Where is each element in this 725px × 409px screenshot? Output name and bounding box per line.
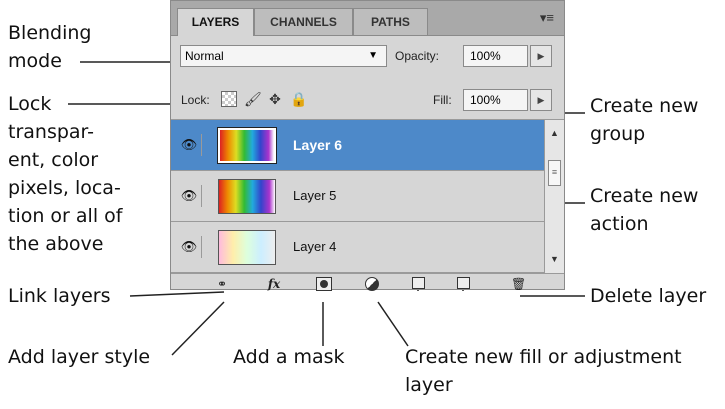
opacity-label: Opacity: — [395, 49, 440, 63]
callout-lock-line5: tion or all of — [8, 205, 123, 227]
opacity-slider-arrow-icon[interactable]: ▶ — [530, 45, 552, 67]
trash-icon[interactable]: 🗑 — [511, 277, 526, 291]
layer-thumbnail — [218, 179, 276, 214]
new-layer-icon[interactable] — [457, 277, 470, 289]
fill-field[interactable]: 100% — [463, 89, 528, 111]
lock-label: Lock: — [181, 93, 210, 107]
fill-label: Fill: — [433, 93, 452, 107]
leader-fill — [377, 301, 409, 347]
lock-fill-row: Lock: 🖌 ✥ 🔒 Fill: 100% ▶ — [171, 79, 564, 120]
layer-thumbnail — [217, 127, 277, 164]
fx-icon[interactable]: fx — [263, 277, 285, 291]
layers-list: 👁 Layer 6 👁 Layer 5 👁 Layer 4 — [171, 120, 544, 273]
callout-lock-line3: ent, color — [8, 149, 99, 171]
layer-row[interactable]: 👁 Layer 6 — [171, 120, 544, 171]
layers-panel: LAYERS CHANNELS PATHS ▾≡ Normal ▼ Opacit… — [170, 0, 565, 291]
blend-opacity-row: Normal ▼ Opacity: 100% ▶ — [171, 35, 564, 79]
eye-icon[interactable]: 👁 — [177, 185, 202, 207]
panel-menu-icon[interactable]: ▾≡ — [540, 10, 554, 26]
layer-thumbnail — [218, 230, 276, 265]
callout-lock-line6: the above — [8, 233, 104, 255]
blend-mode-value: Normal — [185, 49, 224, 63]
layer-name: Layer 5 — [293, 188, 337, 203]
fill-slider-arrow-icon[interactable]: ▶ — [530, 89, 552, 111]
mask-icon[interactable] — [316, 277, 332, 291]
opacity-field[interactable]: 100% — [463, 45, 528, 67]
panel-bottom-toolbar: ⚭ fx 🗑 — [171, 273, 564, 291]
callout-new-fill-line1: Create new fill or adjustment — [405, 346, 682, 368]
folder-icon[interactable] — [412, 277, 425, 289]
callout-delete-layer: Delete layer — [590, 285, 707, 307]
layer-name: Layer 6 — [293, 137, 343, 153]
tab-layers[interactable]: LAYERS — [177, 8, 254, 36]
callout-add-mask: Add a mask — [233, 346, 345, 368]
blend-mode-select[interactable]: Normal ▼ — [180, 45, 387, 67]
lock-transparency-icon[interactable] — [221, 91, 237, 107]
callout-link-layers: Link layers — [8, 285, 111, 307]
callout-new-group-line2: group — [590, 123, 646, 145]
callout-new-action-line2: action — [590, 213, 649, 235]
tab-paths[interactable]: PATHS — [353, 8, 428, 35]
callout-lock-line1: Lock — [8, 93, 52, 115]
callout-lock-line2: transpar- — [8, 121, 95, 143]
lock-position-move-icon[interactable]: ✥ — [267, 91, 283, 107]
chevron-down-icon: ▼ — [368, 50, 378, 61]
layers-scrollbar[interactable]: ▲ ≡ ▼ — [544, 120, 564, 273]
callout-blending-mode-line1: Blending — [8, 22, 92, 44]
leader-layer-style — [171, 301, 225, 356]
adjustment-icon[interactable] — [365, 277, 379, 291]
lock-pixels-brush-icon[interactable]: 🖌 — [244, 91, 262, 107]
scroll-up-icon[interactable]: ▲ — [545, 128, 564, 138]
scroll-thumb[interactable]: ≡ — [548, 160, 561, 186]
eye-icon[interactable]: 👁 — [177, 134, 202, 156]
link-icon[interactable]: ⚭ — [209, 277, 235, 291]
layer-name: Layer 4 — [293, 239, 337, 254]
leader-link-layers — [129, 291, 225, 297]
callout-blending-mode-line2: mode — [8, 50, 62, 72]
callout-add-layer-style: Add layer style — [8, 346, 151, 368]
panel-tab-bar: LAYERS CHANNELS PATHS ▾≡ — [171, 1, 564, 36]
callout-lock-line4: pixels, loca- — [8, 177, 121, 199]
callout-new-action-line1: Create new — [590, 185, 699, 207]
eye-icon[interactable]: 👁 — [177, 236, 202, 258]
scroll-down-icon[interactable]: ▼ — [545, 254, 564, 264]
tab-channels[interactable]: CHANNELS — [254, 8, 353, 35]
callout-new-group-line1: Create new — [590, 95, 699, 117]
layer-row[interactable]: 👁 Layer 5 — [171, 171, 544, 222]
lock-all-icon[interactable]: 🔒 — [290, 91, 307, 107]
layer-row[interactable]: 👁 Layer 4 — [171, 222, 544, 273]
callout-new-fill-line2: layer — [405, 374, 453, 396]
